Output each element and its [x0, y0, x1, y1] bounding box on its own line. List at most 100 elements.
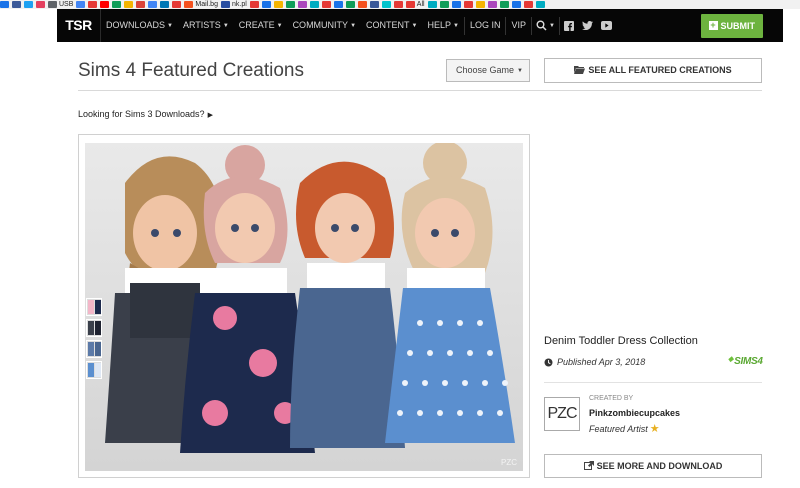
bookmark-item[interactable]: [321, 0, 331, 9]
creator-avatar[interactable]: PZC: [544, 397, 580, 431]
bookmark-item[interactable]: [535, 0, 545, 9]
tsr-logo[interactable]: TSR: [57, 9, 101, 42]
bookmark-favicon-icon: [249, 1, 259, 8]
bookmark-favicon-icon: [160, 1, 170, 8]
bookmark-item[interactable]: [148, 0, 158, 9]
bookmark-item[interactable]: [297, 0, 307, 9]
bookmark-item[interactable]: [309, 0, 319, 9]
bookmark-item[interactable]: [475, 0, 485, 9]
bookmark-favicon-icon: [285, 1, 295, 8]
bookmark-favicon-icon: [427, 1, 437, 8]
bookmark-favicon-icon: [24, 1, 33, 8]
nav-artists[interactable]: Artists ▼: [178, 9, 234, 42]
search-icon[interactable]: ▼: [532, 9, 559, 42]
chevron-down-icon: ▼: [411, 23, 418, 29]
bookmark-item[interactable]: [36, 0, 45, 9]
color-swatch[interactable]: [86, 340, 102, 358]
nav-create[interactable]: Create ▼: [234, 9, 288, 42]
bookmark-item[interactable]: [136, 0, 146, 9]
bookmark-item[interactable]: [100, 0, 110, 9]
bookmark-item[interactable]: [381, 0, 391, 9]
sims4-badge: ◆SIMS4: [728, 355, 763, 367]
nav-content[interactable]: Content ▼: [361, 9, 422, 42]
nav-item-label: Artists: [182, 20, 221, 30]
chevron-down-icon: ▼: [167, 23, 173, 29]
color-swatch[interactable]: [86, 298, 102, 316]
nav-login[interactable]: Log In: [465, 9, 506, 42]
bookmark-item[interactable]: [261, 0, 271, 9]
bookmark-item[interactable]: [393, 0, 403, 9]
clock-icon: [544, 358, 553, 366]
main-nav: TSR Downloads ▼ Artists ▼ Create ▼ Community ▼ C…: [57, 9, 783, 42]
bookmark-item[interactable]: [499, 0, 509, 9]
watermark: PZC: [501, 458, 517, 467]
bookmark-favicon-icon: [36, 1, 45, 8]
bookmark-item[interactable]: [172, 0, 182, 9]
bookmark-item[interactable]: [511, 0, 521, 9]
bookmark-item[interactable]: [160, 0, 170, 9]
featured-image-frame[interactable]: PZC: [78, 134, 530, 478]
bookmark-item[interactable]: All: [405, 0, 425, 9]
color-swatch[interactable]: [86, 361, 102, 379]
sims3-downloads-link[interactable]: Looking for Sims 3 Downloads? ▶: [78, 109, 213, 119]
bookmark-item[interactable]: [487, 0, 497, 9]
bookmark-item[interactable]: [439, 0, 449, 9]
creator-name[interactable]: Pinkzombiecupcakes: [589, 408, 680, 418]
published-label: Published Apr 3, 2018: [557, 357, 646, 367]
bookmark-item[interactable]: [357, 0, 367, 9]
see-more-label: See More and Download: [596, 461, 723, 471]
bookmark-item[interactable]: [112, 0, 122, 9]
swatch-color-b: [95, 363, 101, 377]
bookmark-item[interactable]: [88, 0, 98, 9]
bookmark-item[interactable]: [451, 0, 461, 9]
detail-divider: [544, 382, 762, 383]
bookmark-item[interactable]: [463, 0, 473, 9]
bookmark-item[interactable]: [249, 0, 259, 9]
bookmark-item[interactable]: USB: [48, 0, 73, 9]
bookmark-favicon-icon: [88, 1, 98, 8]
nav-vip[interactable]: VIP: [506, 9, 531, 42]
nav-help[interactable]: Help ▼: [422, 9, 463, 42]
twitter-icon[interactable]: [578, 9, 597, 42]
bookmark-item[interactable]: [333, 0, 343, 9]
bookmark-item[interactable]: [523, 0, 533, 9]
bookmark-favicon-icon: [451, 1, 461, 8]
bookmark-item[interactable]: [345, 0, 355, 9]
featured-image[interactable]: PZC: [85, 143, 523, 471]
bookmark-label: USB: [59, 1, 74, 8]
nav-downloads[interactable]: Downloads ▼: [101, 9, 178, 42]
bookmark-item[interactable]: Mail.bg: [184, 0, 218, 9]
bookmark-item[interactable]: [273, 0, 283, 9]
nav-item-label: Community: [292, 20, 349, 30]
bookmark-favicon-icon: [487, 1, 497, 8]
bookmark-favicon-icon: [297, 1, 307, 8]
bookmark-item[interactable]: [24, 0, 33, 9]
bookmark-item[interactable]: [124, 0, 134, 9]
nav-community[interactable]: Community ▼: [288, 9, 361, 42]
choose-game-dropdown[interactable]: Choose Game ▼: [446, 59, 530, 82]
see-more-download-button[interactable]: See More and Download: [544, 454, 762, 478]
bookmark-favicon-icon: [48, 1, 57, 8]
see-all-featured-button[interactable]: See All Featured Creations: [544, 58, 762, 83]
bookmark-item[interactable]: [12, 0, 21, 9]
bookmark-favicon-icon: [309, 1, 319, 8]
star-icon: ★: [649, 423, 660, 435]
youtube-icon[interactable]: [597, 9, 616, 42]
creation-title[interactable]: Denim Toddler Dress Collection: [544, 335, 698, 347]
facebook-icon[interactable]: [560, 9, 578, 42]
bookmark-favicon-icon: [439, 1, 449, 8]
bookmark-favicon-icon: [12, 1, 21, 8]
color-swatch[interactable]: [86, 319, 102, 337]
bookmark-item[interactable]: [0, 0, 9, 9]
bookmark-item[interactable]: [427, 0, 437, 9]
chevron-down-icon: ▼: [350, 23, 357, 29]
external-link-icon: [583, 461, 594, 470]
bookmark-favicon-icon: [357, 1, 367, 8]
bookmark-item[interactable]: [76, 0, 86, 9]
bookmark-favicon-icon: [381, 1, 391, 8]
bookmark-item[interactable]: nk.pl: [220, 0, 247, 9]
created-by-label: Created By: [589, 395, 634, 402]
bookmark-item[interactable]: [285, 0, 295, 9]
bookmark-item[interactable]: [369, 0, 379, 9]
submit-button[interactable]: + Submit: [700, 13, 763, 38]
